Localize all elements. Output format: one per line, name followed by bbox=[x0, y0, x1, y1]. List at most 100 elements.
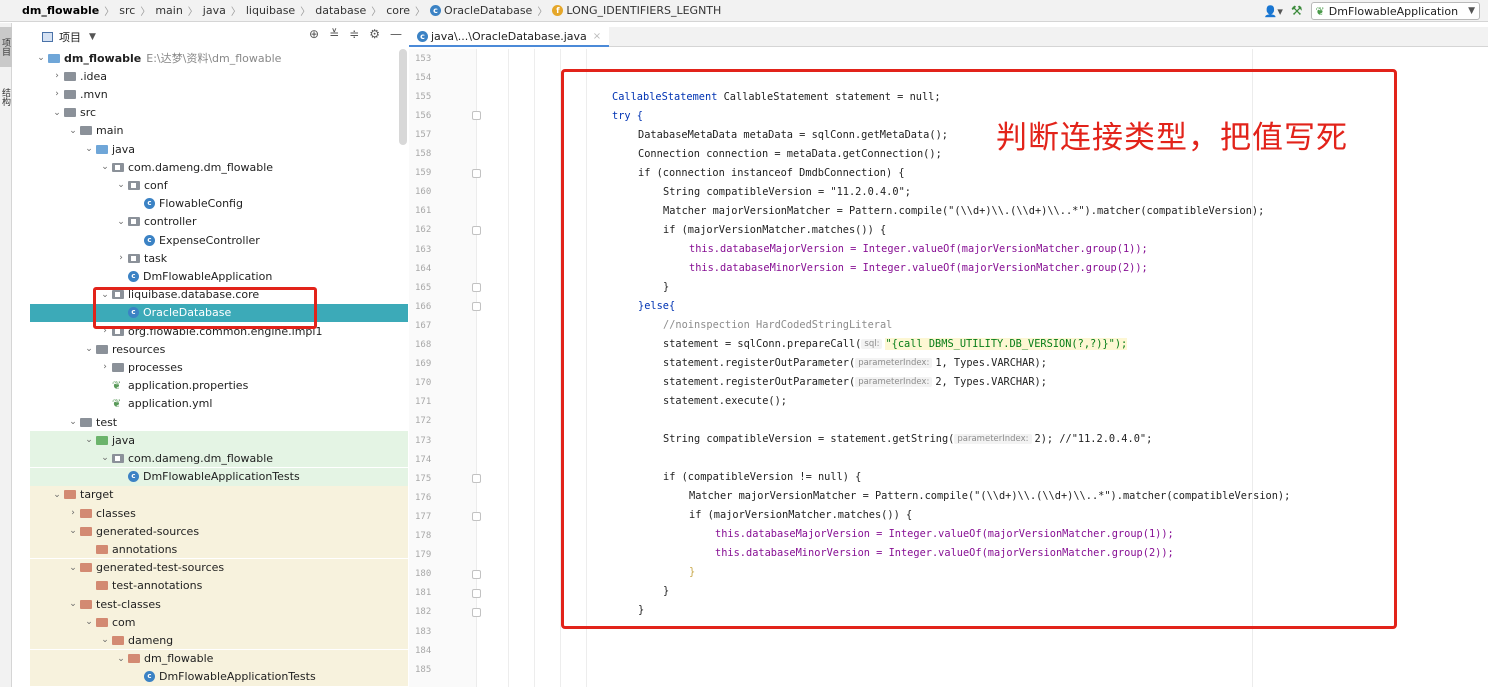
breadcrumb-main[interactable]: main bbox=[155, 4, 182, 17]
tree-item[interactable]: › .idea bbox=[30, 67, 408, 85]
chevron-right-icon[interactable]: › bbox=[114, 253, 128, 263]
tree-item[interactable]: ⌄ dm_flowable E:\达梦\资料\dm_flowable bbox=[30, 49, 408, 67]
chevron-down-icon[interactable]: ⌄ bbox=[82, 617, 96, 627]
folder-icon bbox=[64, 108, 76, 118]
chevron-right-icon: 〉 bbox=[187, 7, 198, 18]
tree-item[interactable]: ⌄ com.dameng.dm_flowable bbox=[30, 449, 408, 468]
tree-item[interactable]: ⌄ conf bbox=[30, 176, 408, 194]
tree-item-label: .mvn bbox=[80, 87, 108, 101]
chevron-down-icon[interactable]: ⌄ bbox=[114, 654, 128, 664]
breadcrumb-core[interactable]: core bbox=[386, 4, 410, 17]
chevron-down-icon[interactable]: ⌄ bbox=[82, 344, 96, 354]
folder-icon bbox=[80, 126, 92, 136]
breadcrumb-liquibase[interactable]: liquibase bbox=[246, 4, 295, 17]
tab-oracle-database[interactable]: c java\...\OracleDatabase.java × bbox=[409, 27, 610, 47]
tree-item[interactable]: › processes bbox=[30, 358, 408, 376]
chevron-down-icon[interactable]: ▼ bbox=[89, 32, 96, 42]
line-number: 167 bbox=[415, 320, 432, 331]
chevron-down-icon[interactable]: ⌄ bbox=[66, 526, 80, 536]
tree-item[interactable]: ⌄ src bbox=[30, 104, 408, 122]
tree-item[interactable]: ❦ application.yml bbox=[30, 395, 408, 413]
tree-item-label: com bbox=[112, 615, 136, 629]
build-hammer-icon[interactable]: ⚒ bbox=[1291, 4, 1303, 19]
run-configuration-select[interactable]: ❦ DmFlowableApplication ▼ bbox=[1310, 2, 1480, 20]
tree-item[interactable]: ⌄ target bbox=[30, 485, 408, 504]
structure-tool-tab[interactable]: 结构 bbox=[0, 79, 12, 115]
tree-item-label: test bbox=[96, 415, 118, 429]
hide-icon[interactable]: — bbox=[390, 27, 402, 41]
chevron-right-icon[interactable]: › bbox=[66, 508, 80, 518]
tree-item-label: resources bbox=[112, 342, 166, 356]
breadcrumb-database[interactable]: database bbox=[315, 4, 366, 17]
chevron-down-icon[interactable]: ⌄ bbox=[98, 453, 112, 463]
tree-item[interactable]: c DmFlowableApplicationTests bbox=[30, 667, 408, 686]
indent-guide bbox=[534, 49, 535, 687]
breadcrumb-src[interactable]: src bbox=[119, 4, 135, 17]
project-panel-title[interactable]: 项目 bbox=[59, 29, 81, 45]
chevron-down-icon[interactable]: ⌄ bbox=[98, 162, 112, 172]
breadcrumb-class[interactable]: OracleDatabase bbox=[444, 4, 532, 17]
tree-item[interactable]: ⌄ java bbox=[30, 431, 408, 450]
chevron-down-icon[interactable]: ⌄ bbox=[50, 108, 64, 118]
user-icon[interactable]: 👤▾ bbox=[1264, 5, 1283, 18]
tree-item[interactable]: ⌄ generated-sources bbox=[30, 522, 408, 541]
tree-item[interactable]: › classes bbox=[30, 504, 408, 522]
breadcrumb-java[interactable]: java bbox=[203, 4, 226, 17]
line-number: 154 bbox=[415, 72, 432, 83]
tree-item[interactable]: annotations bbox=[30, 540, 408, 559]
chevron-down-icon[interactable]: ⌄ bbox=[66, 599, 80, 609]
editor-gutter: 153 154 155 156 157 158 159 160 161 162 163 164 165 1… bbox=[409, 49, 481, 687]
chevron-down-icon[interactable]: ⌄ bbox=[98, 635, 112, 645]
folder-icon bbox=[80, 526, 92, 536]
line-number: 183 bbox=[415, 626, 432, 637]
tree-item[interactable]: c DmFlowableApplicationTests bbox=[30, 467, 408, 486]
chevron-down-icon[interactable]: ⌄ bbox=[82, 435, 96, 445]
project-tool-tab[interactable]: 项目 bbox=[0, 27, 12, 67]
line-number: 172 bbox=[415, 416, 432, 427]
tree-item[interactable]: ⌄ controller bbox=[30, 213, 408, 231]
tree-item[interactable]: ⌄ resources bbox=[30, 340, 408, 358]
line-number: 169 bbox=[415, 359, 432, 370]
close-icon[interactable]: × bbox=[593, 31, 601, 42]
tree-item[interactable]: ⌄ dm_flowable bbox=[30, 649, 408, 668]
tree-item[interactable]: ⌄ dameng bbox=[30, 631, 408, 650]
tree-item[interactable]: › .mvn bbox=[30, 85, 408, 103]
collapse-all-icon[interactable]: ≑ bbox=[349, 27, 359, 41]
chevron-down-icon[interactable]: ⌄ bbox=[66, 417, 80, 427]
locate-icon[interactable]: ⊕ bbox=[309, 27, 319, 41]
chevron-down-icon[interactable]: ⌄ bbox=[34, 53, 48, 63]
tree-item[interactable]: test-annotations bbox=[30, 576, 408, 595]
tree-item[interactable]: ⌄ test-classes bbox=[30, 595, 408, 613]
tree-item[interactable]: c DmFlowableApplication bbox=[30, 267, 408, 285]
tree-item[interactable]: c ExpenseController bbox=[30, 231, 408, 249]
tree-item[interactable]: ❦ application.properties bbox=[30, 377, 408, 395]
chevron-down-icon[interactable]: ⌄ bbox=[82, 144, 96, 154]
chevron-down-icon[interactable]: ⌄ bbox=[114, 180, 128, 190]
tree-item[interactable]: ⌄ java bbox=[30, 140, 408, 158]
tree-item[interactable]: ⌄ main bbox=[30, 122, 408, 140]
chevron-down-icon[interactable]: ⌄ bbox=[66, 126, 80, 136]
chevron-down-icon[interactable]: ⌄ bbox=[50, 490, 64, 500]
chevron-down-icon: ▼ bbox=[1468, 6, 1475, 16]
tree-item[interactable]: ⌄ test bbox=[30, 413, 408, 431]
settings-gear-icon[interactable]: ⚙ bbox=[369, 27, 380, 41]
tree-item[interactable]: › task bbox=[30, 249, 408, 267]
breadcrumb-project[interactable]: dm_flowable bbox=[22, 4, 99, 17]
chevron-right-icon[interactable]: › bbox=[50, 89, 64, 99]
chevron-down-icon[interactable]: ⌄ bbox=[114, 217, 128, 227]
project-tree-scrollbar[interactable] bbox=[399, 49, 407, 145]
chevron-right-icon[interactable]: › bbox=[50, 71, 64, 81]
line-number: 161 bbox=[415, 206, 432, 217]
tree-item[interactable]: ⌄ com.dameng.dm_flowable bbox=[30, 158, 408, 176]
chevron-down-icon[interactable]: ⌄ bbox=[66, 563, 80, 573]
spring-boot-icon: ❦ bbox=[1315, 4, 1325, 18]
tree-item[interactable]: ⌄ generated-test-sources bbox=[30, 558, 408, 577]
tree-item-label: application.yml bbox=[128, 397, 213, 411]
expand-all-icon[interactable]: ≚ bbox=[329, 27, 339, 41]
tree-item[interactable]: c FlowableConfig bbox=[30, 195, 408, 213]
chevron-right-icon[interactable]: › bbox=[98, 362, 112, 372]
chevron-right-icon: 〉 bbox=[415, 7, 426, 18]
folder-icon bbox=[128, 654, 140, 664]
breadcrumb-field[interactable]: LONG_IDENTIFIERS_LEGNTH bbox=[566, 4, 721, 17]
tree-item[interactable]: ⌄ com bbox=[30, 613, 408, 632]
